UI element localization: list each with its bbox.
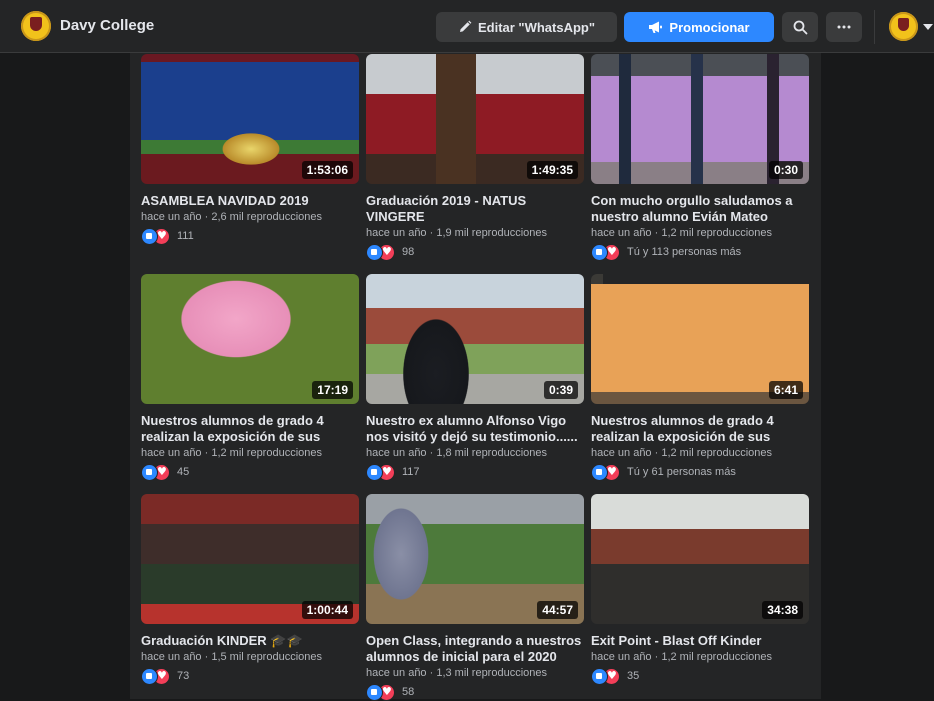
edit-whatsapp-button[interactable]: Editar "WhatsApp" (436, 12, 617, 42)
reactions[interactable]: Tú y 113 personas más (591, 244, 809, 261)
video-duration: 1:00:44 (301, 601, 353, 619)
like-icon (366, 244, 383, 261)
reactions[interactable]: 111 (141, 228, 359, 245)
video-thumbnail[interactable]: 6:41 (591, 274, 809, 404)
video-meta: hace un año · 1,5 mil reproducciones (141, 651, 322, 663)
video-card[interactable]: 1:49:35 Graduación 2019 - NATUS VINGERE … (366, 54, 584, 261)
reactions[interactable]: 45 (141, 464, 359, 481)
reaction-icons (366, 464, 396, 481)
video-duration: 44:57 (537, 601, 578, 619)
more-button[interactable] (826, 12, 862, 42)
video-card[interactable]: 17:19 Nuestros alumnos de grado 4 realiz… (141, 274, 359, 481)
like-icon (366, 464, 383, 481)
reactions[interactable]: 73 (141, 668, 359, 685)
video-duration: 0:39 (543, 381, 578, 399)
video-thumbnail[interactable]: 1:00:44 (141, 494, 359, 624)
video-thumbnail[interactable]: 44:57 (366, 494, 584, 624)
video-card[interactable]: 44:57 Open Class, integrando a nuestros … (366, 494, 584, 701)
video-thumbnail[interactable]: 0:30 (591, 54, 809, 184)
video-title[interactable]: Nuestro ex alumno Alfonso Vigo nos visit… (366, 413, 584, 445)
like-icon (366, 684, 383, 701)
reactions[interactable]: Tú y 61 personas más (591, 464, 809, 481)
video-duration: 1:53:06 (301, 161, 353, 179)
video-meta: hace un año · 1,2 mil reproducciones (591, 227, 772, 239)
megaphone-icon (649, 21, 663, 33)
video-meta: hace un año · 1,2 mil reproducciones (591, 651, 772, 663)
reactions[interactable]: 58 (366, 684, 584, 701)
reaction-count: 58 (402, 686, 415, 698)
reaction-icons (366, 244, 396, 261)
top-bar: Davy College Editar "WhatsApp" Promocion… (0, 0, 934, 53)
video-card[interactable]: 6:41 Nuestros alumnos de grado 4 realiza… (591, 274, 809, 481)
like-icon (141, 668, 158, 685)
reaction-icons (141, 668, 171, 685)
video-meta: hace un año · 1,3 mil reproducciones (366, 667, 547, 679)
like-icon (591, 464, 608, 481)
divider (874, 10, 875, 44)
video-title[interactable]: Nuestros alumnos de grado 4 realizan la … (591, 413, 809, 445)
promote-button[interactable]: Promocionar (624, 12, 774, 42)
reaction-icons (591, 244, 621, 261)
reaction-count: 117 (402, 466, 420, 478)
like-icon (141, 228, 158, 245)
video-title[interactable]: ASAMBLEA NAVIDAD 2019 (141, 193, 359, 209)
chevron-down-icon[interactable] (923, 24, 933, 30)
video-meta: hace un año · 1,2 mil reproducciones (591, 447, 772, 459)
reaction-icons (141, 228, 171, 245)
video-title[interactable]: Nuestros alumnos de grado 4 realizan la … (141, 413, 359, 445)
video-card[interactable]: 1:53:06 ASAMBLEA NAVIDAD 2019 hace un añ… (141, 54, 359, 245)
reaction-count: 73 (177, 670, 190, 682)
video-thumbnail[interactable]: 0:39 (366, 274, 584, 404)
video-thumbnail[interactable]: 1:49:35 (366, 54, 584, 184)
video-card[interactable]: 0:39 Nuestro ex alumno Alfonso Vigo nos … (366, 274, 584, 481)
search-icon (793, 20, 807, 34)
video-title[interactable]: Con mucho orgullo saludamos a nuestro al… (591, 193, 809, 225)
video-duration: 17:19 (312, 381, 353, 399)
like-icon (591, 244, 608, 261)
promote-label: Promocionar (669, 19, 750, 35)
videos-panel: 1:53:06 ASAMBLEA NAVIDAD 2019 hace un añ… (130, 53, 821, 701)
reaction-icons (591, 464, 621, 481)
video-meta: hace un año · 1,9 mil reproducciones (366, 227, 547, 239)
reaction-icons (366, 684, 396, 701)
video-meta: hace un año · 1,8 mil reproducciones (366, 447, 547, 459)
video-card[interactable]: 0:30 Con mucho orgullo saludamos a nuest… (591, 54, 809, 261)
reaction-count: 98 (402, 246, 415, 258)
reaction-count: 35 (627, 670, 640, 682)
reaction-count: Tú y 113 personas más (627, 246, 742, 258)
reaction-count: 111 (177, 230, 194, 242)
search-button[interactable] (782, 12, 818, 42)
video-duration: 1:49:35 (526, 161, 578, 179)
reaction-icons (141, 464, 171, 481)
video-duration: 34:38 (762, 601, 803, 619)
video-card[interactable]: 1:00:44 Graduación KINDER 🎓🎓 hace un año… (141, 494, 359, 685)
more-icon (837, 25, 851, 29)
edit-whatsapp-label: Editar "WhatsApp" (477, 19, 596, 35)
video-card[interactable]: 34:38 Exit Point - Blast Off Kinder hace… (591, 494, 809, 685)
like-icon (141, 464, 158, 481)
reactions[interactable]: 35 (591, 668, 809, 685)
video-duration: 0:30 (768, 161, 803, 179)
video-thumbnail[interactable]: 1:53:06 (141, 54, 359, 184)
video-title[interactable]: Exit Point - Blast Off Kinder (591, 633, 809, 649)
video-title[interactable]: Open Class, integrando a nuestros alumno… (366, 633, 584, 665)
video-thumbnail[interactable]: 17:19 (141, 274, 359, 404)
like-icon (591, 668, 608, 685)
reaction-count: Tú y 61 personas más (627, 466, 736, 478)
video-title[interactable]: Graduación 2019 - NATUS VINGERE (366, 193, 584, 225)
video-thumbnail[interactable]: 34:38 (591, 494, 809, 624)
reaction-count: 45 (177, 466, 190, 478)
video-title[interactable]: Graduación KINDER 🎓🎓 (141, 633, 359, 649)
reaction-icons (591, 668, 621, 685)
page-logo[interactable] (21, 11, 51, 41)
profile-avatar[interactable] (889, 12, 918, 41)
reactions[interactable]: 98 (366, 244, 584, 261)
video-meta: hace un año · 1,2 mil reproducciones (141, 447, 322, 459)
video-duration: 6:41 (768, 381, 803, 399)
reactions[interactable]: 117 (366, 464, 584, 481)
pencil-icon (459, 20, 472, 32)
page-name[interactable]: Davy College (60, 17, 154, 34)
video-meta: hace un año · 2,6 mil reproducciones (141, 211, 322, 223)
